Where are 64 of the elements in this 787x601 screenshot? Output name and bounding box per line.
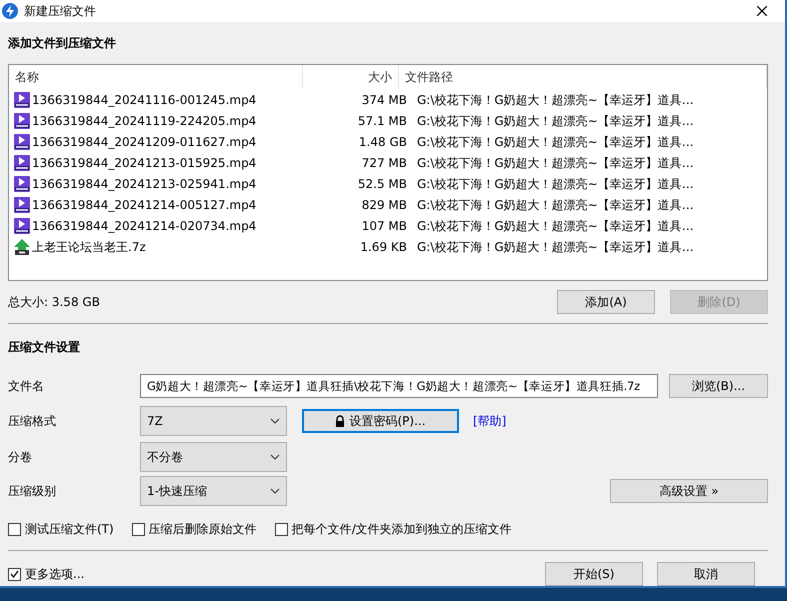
lock-icon: [335, 415, 346, 427]
column-header: 文件路径: [404, 70, 453, 84]
chevron-icon: [270, 454, 280, 460]
checkbox[interactable]: 压缩后删除原始文件: [132, 520, 257, 538]
file-size: 52.5 MB: [358, 176, 407, 190]
action-button[interactable]: 添加(A): [557, 290, 655, 314]
dropdown[interactable]: 7Z: [140, 406, 287, 436]
file-path: G:\校花下海！G奶超大！超漂亮~【幸运牙】道具…: [417, 92, 694, 106]
section-heading: 压缩文件设置: [8, 340, 80, 354]
file-size: 374 MB: [362, 92, 407, 106]
file-name[interactable]: 1366319844_20241119-224205.mp4: [32, 112, 256, 130]
chevron-icon: [270, 488, 280, 494]
browse-button[interactable]: 浏览(B)...: [669, 374, 768, 398]
dialog-button[interactable]: 开始(S): [545, 562, 643, 586]
file-size: 1.48 GB: [358, 134, 407, 148]
dialog-button[interactable]: 取消: [657, 562, 755, 586]
file-size: 829 MB: [362, 198, 407, 212]
column-header: 名称: [15, 69, 39, 86]
video-file-icon: [14, 134, 30, 150]
file-name[interactable]: 上老王论坛当老王.7z: [32, 238, 146, 256]
window-title: 新建压缩文件: [24, 3, 96, 20]
file-size: 1.69 KB: [360, 240, 407, 254]
file-size: 57.1 MB: [358, 114, 407, 128]
file-size: 107 MB: [362, 218, 407, 232]
file-name[interactable]: 1366319844_20241214-020734.mp4: [32, 216, 256, 234]
chevron-icon: [270, 418, 280, 424]
video-file-icon: [14, 112, 30, 128]
dropdown[interactable]: 不分卷: [140, 442, 287, 472]
password-button[interactable]: 设置密码(P)...: [302, 409, 459, 433]
video-file-icon: [14, 154, 30, 170]
field-label: 压缩级别: [8, 484, 56, 498]
file-name[interactable]: 1366319844_20241213-025941.mp4: [32, 174, 256, 192]
file-name[interactable]: 1366319844_20241209-011627.mp4: [32, 132, 256, 150]
video-file-icon: [14, 92, 30, 108]
total-size-label: 总大小: 3.58 GB: [8, 294, 100, 311]
checkbox[interactable]: 更多选项...: [8, 565, 84, 583]
check-icon: [10, 570, 19, 578]
video-file-icon: [14, 196, 30, 212]
file-name[interactable]: 1366319844_20241214-005127.mp4: [32, 196, 256, 214]
field-label: 压缩格式: [8, 414, 56, 428]
video-file-icon: [14, 176, 30, 192]
archive-file-icon: [14, 238, 30, 254]
help-link[interactable]: [帮助]: [473, 412, 506, 430]
file-path: G:\校花下海！G奶超大！超漂亮~【幸运牙】道具…: [417, 218, 694, 232]
file-size: 727 MB: [362, 156, 407, 170]
file-name-field[interactable]: G奶超大！超漂亮~【幸运牙】道具狂插\校花下海！G奶超大！超漂亮~【幸运牙】道具狂插.7z: [140, 374, 658, 398]
section-heading: 添加文件到压缩文件: [8, 36, 116, 50]
column-header: 大小: [368, 69, 392, 86]
field-label: 分卷: [8, 450, 32, 464]
field-label: 文件名: [8, 379, 44, 393]
file-name[interactable]: 1366319844_20241116-001245.mp4: [32, 90, 256, 108]
file-path: G:\校花下海！G奶超大！超漂亮~【幸运牙】道具…: [417, 198, 694, 212]
file-path: G:\校花下海！G奶超大！超漂亮~【幸运牙】道具…: [417, 114, 694, 128]
file-name[interactable]: 1366319844_20241213-015925.mp4: [32, 154, 256, 172]
file-path: G:\校花下海！G奶超大！超漂亮~【幸运牙】道具…: [417, 240, 694, 254]
close-icon[interactable]: [757, 6, 767, 16]
dropdown[interactable]: 1-快速压缩: [140, 476, 287, 506]
file-path: G:\校花下海！G奶超大！超漂亮~【幸运牙】道具…: [417, 156, 694, 170]
checkbox[interactable]: 测试压缩文件(T): [8, 520, 114, 538]
advanced-settings-button[interactable]: 高级设置 »: [610, 479, 768, 503]
video-file-icon: [14, 218, 30, 234]
file-path: G:\校花下海！G奶超大！超漂亮~【幸运牙】道具…: [417, 134, 694, 148]
checkbox[interactable]: 把每个文件/文件夹添加到独立的压缩文件: [274, 520, 512, 538]
file-path: G:\校花下海！G奶超大！超漂亮~【幸运牙】道具…: [417, 176, 694, 190]
